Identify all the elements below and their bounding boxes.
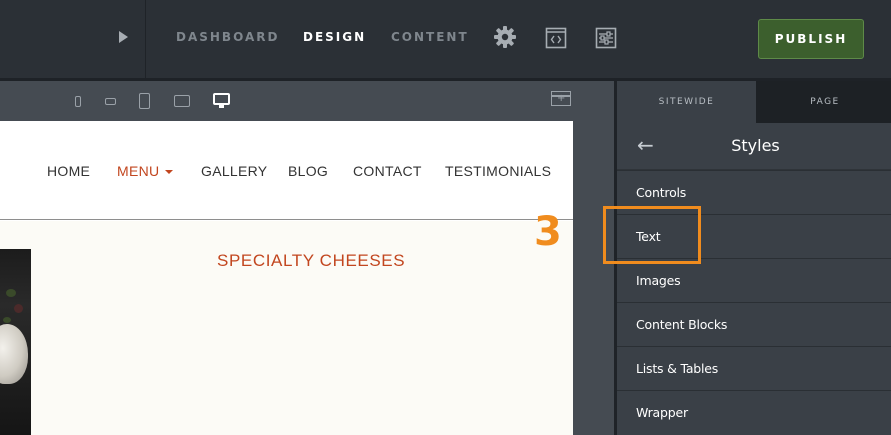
play-icon[interactable] bbox=[119, 31, 128, 43]
code-icon[interactable] bbox=[545, 27, 567, 49]
highlight-box bbox=[603, 206, 701, 264]
photo-bowl bbox=[0, 324, 28, 384]
panel-item-label: Lists & Tables bbox=[636, 361, 719, 376]
panel-header: ← Styles bbox=[617, 123, 891, 169]
site-nav-contact[interactable]: CONTACT bbox=[353, 163, 422, 179]
caret-down-icon bbox=[165, 170, 174, 174]
tablet-landscape-icon[interactable] bbox=[174, 95, 190, 107]
panel-item-label: Content Blocks bbox=[636, 317, 728, 332]
site-nav-home[interactable]: HOME bbox=[47, 163, 90, 179]
panel-item-wrapper[interactable]: Wrapper bbox=[617, 390, 891, 435]
panel-item-content-blocks[interactable]: Content Blocks bbox=[617, 302, 891, 346]
panel-item-label: Wrapper bbox=[636, 405, 688, 420]
nav-design[interactable]: DESIGN bbox=[303, 30, 366, 44]
site-preview: HOME MENU GALLERY BLOG CONTACT TESTIMONI… bbox=[0, 121, 573, 435]
site-nav-menu[interactable]: MENU bbox=[117, 163, 174, 179]
sliders-icon[interactable] bbox=[595, 27, 617, 49]
step-number: 3 bbox=[534, 209, 562, 255]
nav-dashboard[interactable]: DASHBOARD bbox=[176, 30, 279, 44]
panel-item-lists-tables[interactable]: Lists & Tables bbox=[617, 346, 891, 390]
food-photo bbox=[0, 249, 31, 435]
panel-title: Styles bbox=[731, 136, 780, 155]
panel-item-label: Controls bbox=[636, 185, 687, 200]
photo-garnish bbox=[14, 304, 23, 313]
desktop-icon[interactable] bbox=[213, 93, 230, 105]
site-nav-testimonials[interactable]: TESTIMONIALS bbox=[445, 163, 551, 179]
site-nav-blog[interactable]: BLOG bbox=[288, 163, 328, 179]
gear-icon[interactable] bbox=[494, 26, 516, 48]
add-section-icon[interactable]: + bbox=[551, 91, 571, 106]
phone-portrait-icon[interactable] bbox=[75, 96, 81, 107]
nav-content[interactable]: CONTENT bbox=[391, 30, 469, 44]
photo-garnish bbox=[3, 317, 11, 323]
tab-page[interactable]: PAGE bbox=[756, 81, 891, 123]
top-bar: DASHBOARD DESIGN CONTENT PUBLISH bbox=[0, 0, 891, 78]
site-nav-menu-label: MENU bbox=[117, 163, 160, 179]
site-header: HOME MENU GALLERY BLOG CONTACT TESTIMONI… bbox=[0, 121, 573, 220]
tab-sitewide[interactable]: SITEWIDE bbox=[617, 81, 756, 123]
tablet-portrait-icon[interactable] bbox=[139, 93, 150, 109]
top-divider bbox=[145, 0, 146, 78]
panel-item-images[interactable]: Images bbox=[617, 258, 891, 302]
phone-landscape-icon[interactable] bbox=[105, 98, 116, 105]
site-nav-gallery[interactable]: GALLERY bbox=[201, 163, 267, 179]
desktop-stand bbox=[219, 105, 224, 108]
photo-garnish bbox=[6, 289, 16, 297]
section-title: SPECIALTY CHEESES bbox=[217, 251, 406, 270]
panel-item-label: Images bbox=[636, 273, 681, 288]
publish-button[interactable]: PUBLISH bbox=[758, 19, 864, 59]
